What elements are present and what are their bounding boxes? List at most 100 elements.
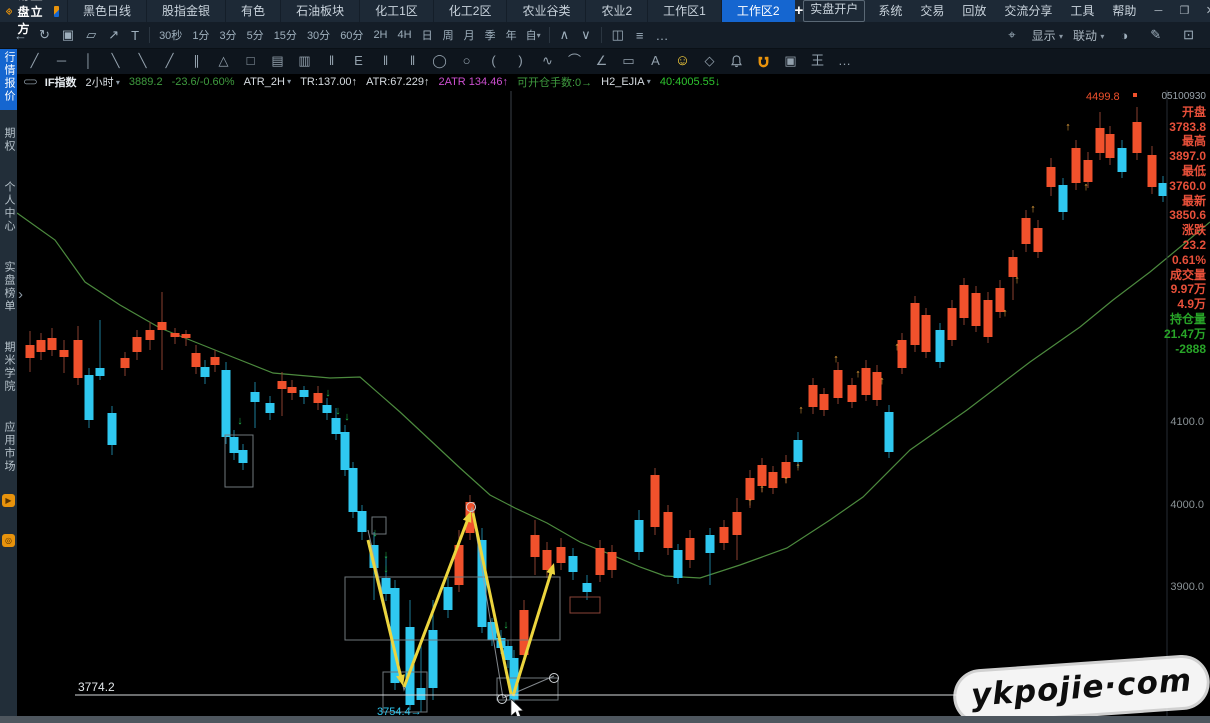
arc-left-tool[interactable]: (	[480, 48, 507, 74]
sidebar-item-行情报价[interactable]: 行情报价	[0, 44, 17, 110]
text-mode-icon[interactable]: T	[125, 28, 145, 43]
segment-line-tool[interactable]: ╱	[156, 48, 183, 74]
zoom-in-icon[interactable]: ∧	[554, 27, 576, 43]
timeframe-button[interactable]: 周	[438, 27, 459, 43]
triangle-tool[interactable]: △	[210, 48, 237, 74]
text-label-tool[interactable]: A	[642, 48, 669, 74]
workspace-tab[interactable]: 农业谷类	[506, 0, 585, 22]
timeframe-button[interactable]: 30秒	[154, 27, 187, 43]
fan-lines-tool[interactable]: ⌒	[561, 48, 588, 74]
sidebar-app-icon[interactable]: ◎	[2, 534, 15, 547]
menu-item[interactable]: 系统	[869, 0, 911, 22]
time-lines-tool[interactable]: ‖	[399, 48, 426, 74]
timeframe-button[interactable]: 30分	[302, 27, 335, 43]
menu-item[interactable]: 帮助	[1103, 0, 1145, 22]
custom-period-button[interactable]: 自▾	[522, 27, 545, 43]
svg-text:↑: ↑	[1083, 181, 1089, 193]
zoom-out-icon[interactable]: ∨	[575, 27, 597, 43]
workspace-tab[interactable]: 石油板块	[280, 0, 359, 22]
last-price: 3889.2	[129, 76, 163, 88]
down-line-tool[interactable]: ╲	[102, 48, 129, 74]
alert-bell-tool[interactable]	[723, 48, 750, 74]
horizontal-line-tool[interactable]: ─	[48, 48, 75, 74]
maximize-button[interactable]: ❐	[1171, 0, 1197, 22]
parallel-channel-tool[interactable]: ∥	[183, 48, 210, 74]
pencil-icon[interactable]: ✎	[1144, 27, 1167, 43]
magnet-tool[interactable]	[750, 48, 777, 74]
add-workspace-button[interactable]: +	[795, 0, 804, 22]
fullscreen-icon[interactable]: ⊡	[1177, 27, 1200, 43]
theme-icon[interactable]: ◑	[1114, 28, 1134, 43]
cycle-lines-tool[interactable]: ‖	[372, 48, 399, 74]
link-dropdown[interactable]: 联动 ▾	[1073, 27, 1104, 44]
chart-type-icon[interactable]: ↗	[102, 27, 125, 43]
ellipse-tool[interactable]: ◯	[426, 48, 453, 74]
workspace-tab[interactable]: 化工2区	[433, 0, 507, 22]
workspace-tab[interactable]: 有色	[225, 0, 280, 22]
timeframe-button[interactable]: 4H	[393, 29, 417, 41]
timeframe-button[interactable]: 3分	[214, 27, 241, 43]
timeframe-button[interactable]: 月	[459, 27, 480, 43]
gann-grid-tool[interactable]: ▤	[264, 48, 291, 74]
timeframe-button[interactable]: 5分	[242, 27, 269, 43]
eraser-tool[interactable]: ◇	[696, 48, 723, 74]
expand-panel-chevron-icon[interactable]: ›	[18, 286, 23, 303]
timeframe-button[interactable]: 季	[480, 27, 501, 43]
quote-row: 3783.8	[1160, 120, 1206, 135]
layout-board-tool[interactable]: ▣	[777, 48, 804, 74]
close-button[interactable]: ✕	[1197, 0, 1210, 22]
wave-count-tool[interactable]: E	[345, 48, 372, 74]
menu-item[interactable]: 工具	[1061, 0, 1103, 22]
timeframe-button[interactable]: 1分	[187, 27, 214, 43]
timeframe-button[interactable]: 日	[417, 27, 438, 43]
ray-line-tool[interactable]: ╲	[129, 48, 156, 74]
symbol-name[interactable]: IF指数	[45, 74, 77, 90]
angle-tool[interactable]: ∠	[588, 48, 615, 74]
workspace-tab[interactable]: 农业2	[585, 0, 647, 22]
timeframe-button[interactable]: 2H	[368, 29, 392, 41]
sidebar-item-实盘榜单[interactable]: 实盘榜单	[0, 254, 17, 320]
rectangle-tool[interactable]: □	[237, 48, 264, 74]
sidebar-item-期米学院[interactable]: 期米学院	[0, 334, 17, 400]
timeframe-button[interactable]: 60分	[335, 27, 368, 43]
menu-item[interactable]: 交流分享	[995, 0, 1061, 22]
period-selector[interactable]: 2小时 ▾	[86, 74, 120, 90]
crosshair-icon[interactable]: ⌖	[1002, 27, 1021, 43]
multi-chart-tool[interactable]: 王	[804, 48, 831, 74]
more-toolbar-icon[interactable]: …	[650, 28, 675, 43]
chart-canvas[interactable]: ↑↑↑↑↑↑↑↑↑↑↑↑↑↑↓↓↓↓↓↓↓↓3774.24100.04000.0…	[17, 90, 1210, 716]
workspace-tab[interactable]: 股指金银	[146, 0, 225, 22]
vertical-line-tool[interactable]: │	[75, 48, 102, 74]
more-tools[interactable]: …	[831, 48, 858, 74]
minimize-button[interactable]: ─	[1145, 0, 1171, 22]
candlestick-chart[interactable]: ↑↑↑↑↑↑↑↑↑↑↑↑↑↑↓↓↓↓↓↓↓↓3774.24100.04000.0…	[17, 90, 1210, 716]
indicator-name[interactable]: ATR_2H ▾	[244, 76, 292, 88]
emoji-tool[interactable]: ☺	[669, 48, 696, 74]
model-name[interactable]: H2_EJIA ▾	[601, 76, 651, 88]
folder-icon[interactable]: ▱	[80, 27, 102, 43]
percent-lines-tool[interactable]: ‖	[318, 48, 345, 74]
arc-right-tool[interactable]: )	[507, 48, 534, 74]
zigzag-tool[interactable]: ∿	[534, 48, 561, 74]
workspace-tab[interactable]: 工作区2	[721, 0, 795, 22]
workspace-tab[interactable]: 工作区1	[647, 0, 721, 22]
link-chart-icon[interactable]: ⊂⊃	[23, 77, 36, 88]
timeframe-button[interactable]: 15分	[269, 27, 302, 43]
circle-tool[interactable]: ○	[453, 48, 480, 74]
list-view-icon[interactable]: ≡	[630, 28, 650, 43]
workspace-tab[interactable]: 化工1区	[359, 0, 433, 22]
gann-box-tool[interactable]: ▥	[291, 48, 318, 74]
sidebar-item-应用市场[interactable]: 应用市场	[0, 414, 17, 480]
sidebar-item-个人中心[interactable]: 个人中心	[0, 174, 17, 240]
sidebar-item-期权[interactable]: 期权	[0, 120, 17, 160]
trend-line-tool[interactable]: ╱	[21, 48, 48, 74]
display-dropdown[interactable]: 显示 ▾	[1032, 27, 1063, 44]
menu-item[interactable]: 实盘开户	[803, 0, 865, 22]
sidebar-app-icon[interactable]: ▶	[2, 494, 15, 507]
workspace-tab[interactable]: 黑色日线	[67, 0, 146, 22]
menu-item[interactable]: 交易	[911, 0, 953, 22]
menu-item[interactable]: 回放	[953, 0, 995, 22]
ruler-tool[interactable]: ▭	[615, 48, 642, 74]
split-view-icon[interactable]: ◫	[606, 27, 630, 43]
timeframe-button[interactable]: 年	[501, 27, 522, 43]
